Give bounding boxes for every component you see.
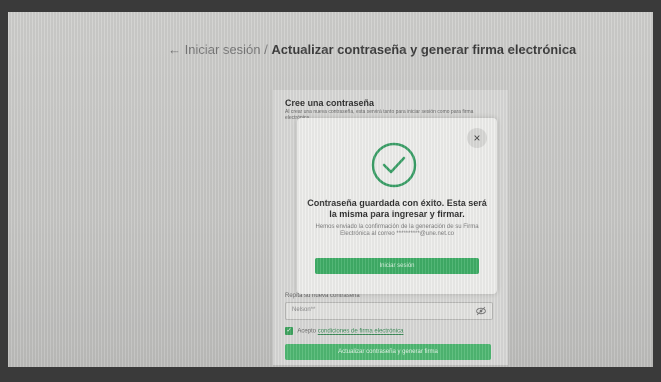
breadcrumb: ← Iniciar sesión / Actualizar contraseña…	[168, 42, 576, 57]
modal-body: Hemos enviado la confirmación de la gene…	[315, 224, 479, 237]
screen: ← Iniciar sesión / Actualizar contraseña…	[8, 12, 653, 367]
back-arrow-icon[interactable]: ←	[168, 42, 181, 57]
close-icon[interactable]: ×	[467, 128, 487, 148]
update-password-button[interactable]: Actualizar contraseña y generar firma	[285, 344, 491, 360]
form-title: Cree una contraseña	[285, 98, 375, 108]
page-title: Actualizar contraseña y generar firma el…	[271, 42, 577, 57]
breadcrumb-login-link[interactable]: Iniciar sesión	[185, 42, 261, 57]
login-button[interactable]: Iniciar sesión	[315, 258, 479, 274]
eye-icon[interactable]	[476, 306, 486, 316]
modal-title: Contraseña guardada con éxito. Esta será…	[307, 198, 487, 219]
repeat-password-field[interactable]: Nelson**	[285, 302, 493, 320]
repeat-password-value: Nelson**	[292, 307, 316, 313]
success-modal: × Contraseña guardada con éxito. Esta se…	[297, 118, 497, 294]
terms-link[interactable]: condiciones de firma electrónica	[318, 329, 404, 335]
breadcrumb-separator: /	[264, 42, 268, 57]
terms-prefix: Acepto	[297, 328, 317, 335]
check-circle-icon	[371, 142, 417, 188]
terms-row: ✓ Acepto condiciones de firma electrónic…	[285, 327, 403, 335]
terms-checkbox[interactable]: ✓	[285, 327, 293, 335]
